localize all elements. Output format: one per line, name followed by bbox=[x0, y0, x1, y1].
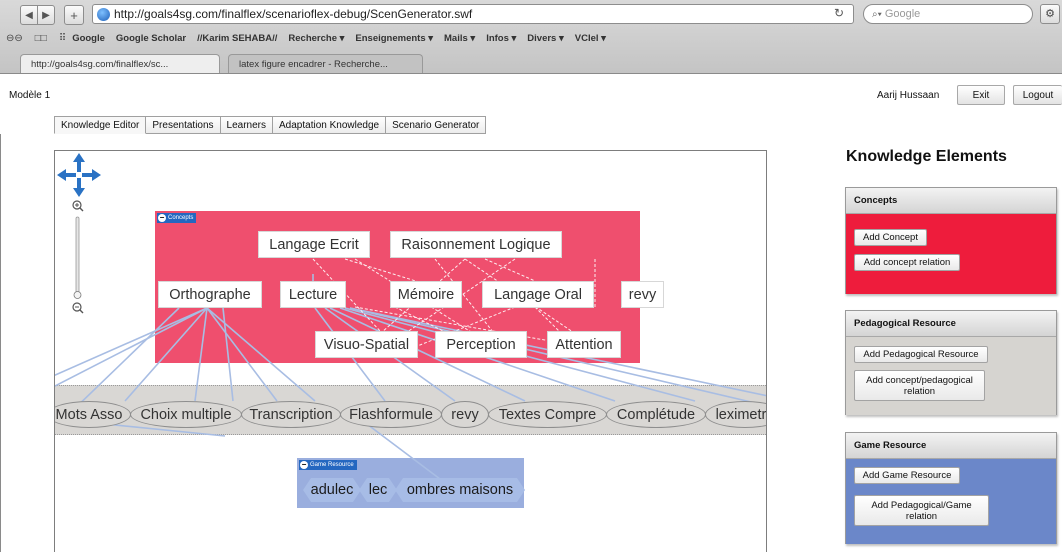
search-input[interactable]: ⌕▾ Google bbox=[863, 4, 1033, 24]
bookmark-enseignements[interactable]: Enseignements ▾ bbox=[355, 33, 433, 44]
grid-icon[interactable]: ⠿ bbox=[59, 33, 66, 44]
bookmark-vciel[interactable]: VCIel ▾ bbox=[575, 33, 606, 44]
zoom-out-icon bbox=[72, 302, 84, 314]
collapse-icon[interactable]: − bbox=[300, 461, 308, 469]
reading-glasses-icon[interactable]: ⊖⊖ bbox=[6, 33, 23, 44]
concept-node[interactable]: Perception bbox=[435, 331, 527, 358]
logout-button[interactable]: Logout bbox=[1013, 85, 1062, 105]
pedagogical-panel-body: Add Pedagogical Resource Add concept/ped… bbox=[846, 337, 1056, 415]
add-pedagogical-resource-button[interactable]: Add Pedagogical Resource bbox=[854, 346, 988, 363]
game-resource-panel: Game Resource Add Game Resource Add Peda… bbox=[845, 432, 1057, 544]
browser-tab-strip: http://goals4sg.com/finalflex/sc... late… bbox=[0, 52, 1062, 74]
game-panel-title: Game Resource bbox=[846, 433, 1056, 459]
concept-node[interactable]: Attention bbox=[547, 331, 621, 358]
resource-node[interactable]: Textes Compre bbox=[488, 401, 607, 428]
concept-node[interactable]: Langage Oral bbox=[482, 281, 594, 308]
back-arrow-icon[interactable]: ◀ bbox=[20, 5, 38, 25]
bookmark-infos[interactable]: Infos ▾ bbox=[486, 33, 516, 44]
concept-node[interactable]: Raisonnement Logique bbox=[390, 231, 562, 258]
resource-node[interactable]: Choix multiple bbox=[130, 401, 242, 428]
browser-tab-latex[interactable]: latex figure encadrer - Recherche... bbox=[228, 54, 423, 73]
knowledge-elements-title: Knowledge Elements bbox=[846, 148, 1007, 165]
book-icon[interactable]: □□ bbox=[35, 33, 47, 44]
concepts-panel: Concepts Add Concept Add concept relatio… bbox=[845, 187, 1057, 294]
add-pedagogical-game-relation-button[interactable]: Add Pedagogical/Game relation bbox=[854, 495, 989, 526]
add-concept-button[interactable]: Add Concept bbox=[854, 229, 927, 246]
concepts-group-header[interactable]: − Concepts bbox=[157, 213, 197, 223]
plus-icon[interactable]: + bbox=[64, 5, 84, 25]
game-group-title: Game Resource bbox=[310, 462, 354, 468]
reload-icon[interactable]: ↻ bbox=[834, 6, 844, 20]
globe-icon bbox=[97, 7, 110, 21]
concepts-group-title: Concepts bbox=[168, 215, 194, 221]
address-bar[interactable]: http://goals4sg.com/finalflex/scenariofl… bbox=[92, 4, 854, 24]
concepts-panel-title: Concepts bbox=[846, 188, 1056, 214]
zoom-slider[interactable] bbox=[69, 199, 87, 317]
resource-node[interactable]: Complétude bbox=[606, 401, 706, 428]
forward-arrow-icon[interactable]: ▶ bbox=[37, 5, 55, 25]
knowledge-graph-canvas[interactable]: − Concepts − Game Resource Langage Ecrit… bbox=[54, 150, 767, 552]
concept-node[interactable]: Mémoire bbox=[390, 281, 462, 308]
concept-node[interactable]: Langage Ecrit bbox=[258, 231, 370, 258]
search-icon: ⌕▾ bbox=[872, 8, 882, 20]
tab-scenario-generator[interactable]: Scenario Generator bbox=[386, 116, 487, 134]
tab-adaptation-knowledge[interactable]: Adaptation Knowledge bbox=[273, 116, 387, 134]
tab-knowledge-editor[interactable]: Knowledge Editor bbox=[54, 116, 147, 134]
zoom-in-icon bbox=[72, 200, 84, 212]
user-name: Aarij Hussaan bbox=[877, 90, 940, 101]
game-group-header[interactable]: − Game Resource bbox=[299, 460, 357, 470]
pedagogical-panel-title: Pedagogical Resource bbox=[846, 311, 1056, 337]
bookmark-recherche[interactable]: Recherche ▾ bbox=[288, 33, 344, 44]
pedagogical-resource-panel: Pedagogical Resource Add Pedagogical Res… bbox=[845, 310, 1057, 415]
app-tab-bar: Knowledge Editor Presentations Learners … bbox=[54, 116, 487, 134]
bookmark-divers[interactable]: Divers ▾ bbox=[527, 33, 563, 44]
concept-node[interactable]: revy bbox=[621, 281, 664, 308]
add-concept-pedagogical-relation-button[interactable]: Add concept/pedagogical relation bbox=[854, 370, 985, 401]
browser-tab-scenario[interactable]: http://goals4sg.com/finalflex/sc... bbox=[20, 54, 220, 73]
browser-tab-label: http://goals4sg.com/finalflex/sc... bbox=[31, 58, 169, 70]
search-placeholder: Google bbox=[884, 8, 921, 20]
concept-node[interactable]: Orthographe bbox=[158, 281, 262, 308]
game-node[interactable]: lec bbox=[359, 478, 397, 502]
game-node[interactable]: ombres maisons bbox=[395, 478, 525, 502]
game-node[interactable]: adulec bbox=[303, 478, 361, 502]
app-frame-edge bbox=[0, 134, 1, 552]
concept-node[interactable]: Lecture bbox=[280, 281, 346, 308]
resource-node[interactable]: revy bbox=[441, 401, 489, 428]
concepts-panel-body: Add Concept Add concept relation bbox=[846, 214, 1056, 294]
bookmarks-bar: ⊖⊖ □□ ⠿ Google Google Scholar //Karim SE… bbox=[0, 30, 1062, 46]
url-text: http://goals4sg.com/finalflex/scenariofl… bbox=[114, 7, 473, 21]
browser-chrome: ◀ ▶ + http://goals4sg.com/finalflex/scen… bbox=[0, 0, 1062, 74]
concept-node[interactable]: Visuo-Spatial bbox=[315, 331, 418, 358]
bookmark-google-scholar[interactable]: Google Scholar bbox=[116, 33, 186, 44]
browser-tab-label: latex figure encadrer - Recherche... bbox=[239, 58, 388, 70]
extension-icon[interactable]: ⚙ bbox=[1040, 4, 1060, 24]
pan-arrows-icon[interactable] bbox=[57, 153, 101, 197]
collapse-icon[interactable]: − bbox=[158, 214, 166, 222]
resource-node[interactable]: Flashformule bbox=[340, 401, 442, 428]
bookmark-karim[interactable]: //Karim SEHABA// bbox=[197, 33, 277, 44]
bookmark-mails[interactable]: Mails ▾ bbox=[444, 33, 475, 44]
exit-button[interactable]: Exit bbox=[957, 85, 1005, 105]
add-concept-relation-button[interactable]: Add concept relation bbox=[854, 254, 960, 271]
bookmark-google[interactable]: Google bbox=[72, 33, 105, 44]
game-panel-body: Add Game Resource Add Pedagogical/Game r… bbox=[846, 459, 1056, 544]
tab-presentations[interactable]: Presentations bbox=[146, 116, 221, 134]
add-game-resource-button[interactable]: Add Game Resource bbox=[854, 467, 960, 484]
tab-learners[interactable]: Learners bbox=[220, 116, 274, 134]
model-title: Modèle 1 bbox=[9, 90, 51, 101]
resource-node[interactable]: Transcription bbox=[241, 401, 341, 428]
